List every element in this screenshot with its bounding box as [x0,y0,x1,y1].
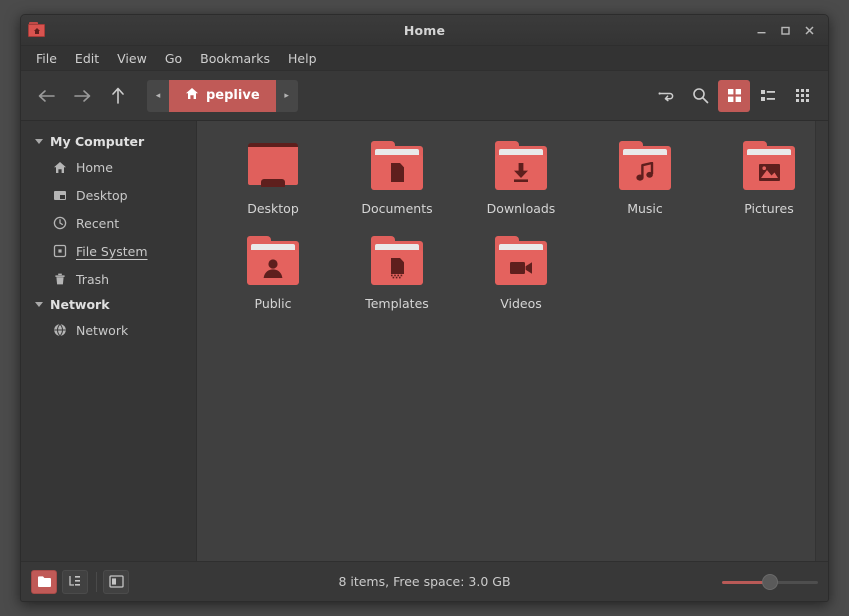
zoom-slider[interactable] [722,574,818,590]
file-label: Documents [361,201,432,216]
menu-bookmarks[interactable]: Bookmarks [191,48,279,69]
sidebar-item-label: Home [76,160,113,175]
breadcrumb-label: peplive [206,88,260,103]
folder-public-icon [245,236,301,288]
video-camera-emblem [493,250,549,285]
desktop-icon [52,188,67,203]
minimize-icon[interactable] [750,19,772,41]
sidebar-group-my-computer[interactable]: My Computer [21,130,196,153]
file-label: Pictures [744,201,794,216]
folder-downloads-icon [493,141,549,193]
icon-grid: Desktop Documents [211,137,828,311]
globe-icon [52,323,67,338]
close-icon[interactable] [798,19,820,41]
file-label: Videos [500,296,542,311]
grid-view-icon[interactable] [718,80,750,112]
forward-arrow-icon[interactable] [67,81,97,111]
download-emblem [493,155,549,190]
file-manager-window: Home File Edit View Go Bookmarks Help [20,14,829,602]
sidebar-item-file-system[interactable]: File System [21,237,196,265]
file-label: Music [627,201,663,216]
file-item-videos[interactable]: Videos [459,232,583,311]
list-view-icon[interactable] [752,80,784,112]
menu-bar: File Edit View Go Bookmarks Help [21,46,828,71]
sidebar-item-label: File System [76,244,148,259]
main-body: My Computer Home Desktop Recent [21,121,828,561]
drive-icon [52,244,67,259]
compact-view-icon[interactable] [786,80,818,112]
sidebar-item-label: Recent [76,216,119,231]
menu-help[interactable]: Help [279,48,326,69]
up-arrow-icon[interactable] [103,81,133,111]
trash-icon [52,272,67,287]
status-text: 8 items, Free space: 3.0 GB [21,574,828,589]
folder-documents-icon [369,141,425,193]
folder-templates-icon [369,236,425,288]
menu-go[interactable]: Go [156,48,191,69]
file-item-documents[interactable]: Documents [335,137,459,216]
file-label: Downloads [487,201,556,216]
music-note-emblem [617,155,673,190]
toolbar-actions [650,80,818,112]
sidebar-item-home[interactable]: Home [21,153,196,181]
status-divider [96,572,97,592]
menu-view[interactable]: View [108,48,156,69]
menu-edit[interactable]: Edit [66,48,108,69]
panel-icon[interactable] [103,570,129,594]
window-title: Home [21,23,828,38]
home-folder-icon [28,21,46,39]
back-arrow-icon[interactable] [31,81,61,111]
breadcrumb-current-peplive[interactable]: peplive [169,80,276,112]
document-emblem [369,155,425,190]
file-item-templates[interactable]: Templates [335,232,459,311]
folder-pictures-icon [741,141,797,193]
template-emblem [369,250,425,285]
reload-icon[interactable] [650,80,682,112]
window-controls [750,19,820,41]
file-label: Public [255,296,292,311]
sidebar-item-label: Desktop [76,188,128,203]
file-item-music[interactable]: Music [583,137,707,216]
monitor-icon [245,141,301,193]
sidebar-item-recent[interactable]: Recent [21,209,196,237]
folder-icon[interactable] [31,570,57,594]
image-emblem [741,155,797,190]
sidebar-group-network[interactable]: Network [21,293,196,316]
sidebar-item-desktop[interactable]: Desktop [21,181,196,209]
clock-icon [52,216,67,231]
tree-icon[interactable] [62,570,88,594]
breadcrumb-prev-button[interactable]: ◂ [147,80,169,112]
file-item-desktop[interactable]: Desktop [211,137,335,216]
chevron-down-icon [35,302,43,307]
file-label: Templates [365,296,429,311]
sidebar-group-label: Network [50,297,110,312]
home-icon [52,160,67,175]
sidebar-item-label: Trash [76,272,109,287]
folder-music-icon [617,141,673,193]
sidebar-item-trash[interactable]: Trash [21,265,196,293]
file-item-pictures[interactable]: Pictures [707,137,828,216]
breadcrumb: ◂ peplive ▸ [147,80,298,112]
sidebar-item-network[interactable]: Network [21,316,196,344]
sidebar-group-label: My Computer [50,134,144,149]
status-bar: 8 items, Free space: 3.0 GB [21,561,828,601]
person-emblem [245,250,301,285]
maximize-icon[interactable] [774,19,796,41]
folder-videos-icon [493,236,549,288]
home-icon [185,87,199,104]
title-bar[interactable]: Home [21,15,828,46]
menu-file[interactable]: File [27,48,66,69]
chevron-down-icon [35,139,43,144]
breadcrumb-next-button[interactable]: ▸ [276,80,298,112]
search-icon[interactable] [684,80,716,112]
vertical-scrollbar[interactable] [815,121,828,561]
file-item-downloads[interactable]: Downloads [459,137,583,216]
navigation-toolbar: ◂ peplive ▸ [21,71,828,121]
file-label: Desktop [247,201,299,216]
sidebar-item-label: Network [76,323,128,338]
sidebar: My Computer Home Desktop Recent [21,121,197,561]
file-area[interactable]: Desktop Documents [197,121,828,561]
zoom-slider-handle[interactable] [762,574,778,590]
file-item-public[interactable]: Public [211,232,335,311]
